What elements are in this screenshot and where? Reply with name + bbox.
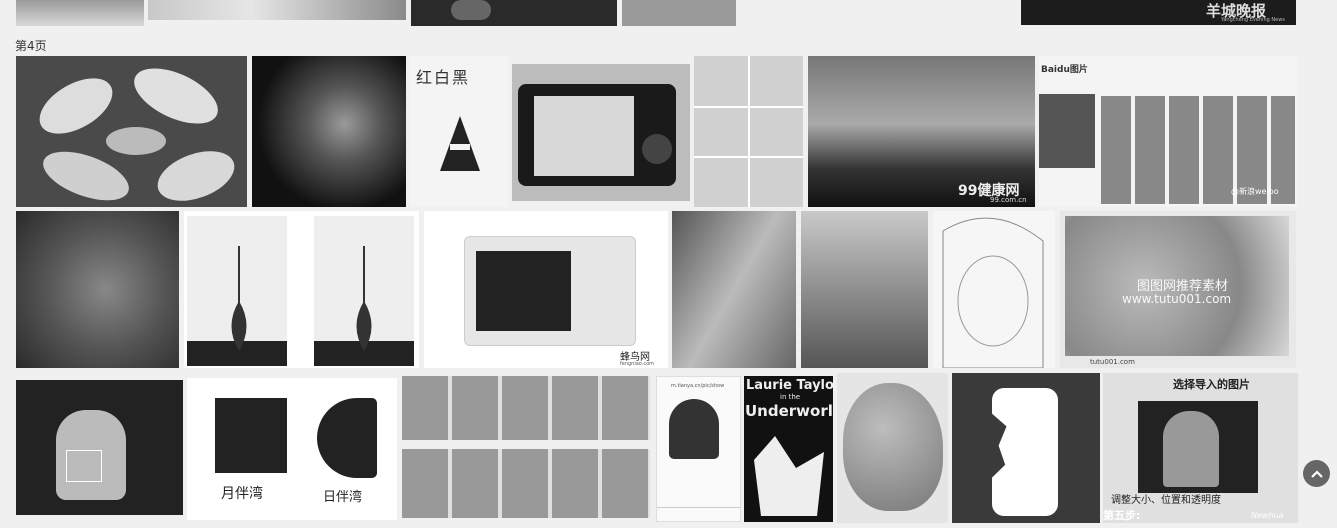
image-tile-top-newspaper[interactable]: 羊城晚报 Yangcheng Evening News — [1021, 0, 1296, 25]
brand-name-alt: 日伴湾 — [323, 490, 363, 505]
tutorial-watermark: Newhua — [1251, 511, 1284, 520]
tutorial-step-label: 第五步: — [1103, 509, 1141, 522]
weibo-watermark: @新浪weibo — [1231, 187, 1279, 196]
chevron-up-icon — [1310, 469, 1323, 478]
leaves-illustration — [39, 68, 235, 201]
tutu-footer: tutu001.com — [1090, 358, 1135, 366]
image-tile-face-grid[interactable] — [402, 376, 650, 518]
image-tile-face-before-after[interactable] — [694, 56, 803, 207]
brand-name: 月伴湾 — [221, 486, 263, 502]
image-tile-phone-case-faces[interactable] — [952, 373, 1100, 523]
image-tile-moon-crater[interactable] — [16, 211, 179, 368]
fengniao-url: fengniao.com — [620, 361, 655, 367]
tutorial-step-caption: 调整大小、位置和透明度 — [1111, 495, 1221, 506]
image-tile-top-2[interactable] — [148, 0, 406, 20]
image-tile-camera-face-detect[interactable] — [512, 64, 690, 201]
newspaper-subtitle: Yangcheng Evening News — [1221, 17, 1285, 23]
image-tile-tutorial-step5[interactable]: 选择导入的图片 调整大小、位置和透明度 第五步: Newhua — [1103, 373, 1298, 523]
image-tile-3d-head[interactable]: 图图网推荐素材 www.tutu001.com tutu001.com — [1060, 211, 1296, 368]
image-tile-book-red-white-black[interactable]: 红白黑 — [410, 56, 508, 207]
image-tile-tree-vase[interactable] — [184, 211, 419, 368]
page-label: 第4页 — [15, 39, 47, 53]
book-in-the: in the — [780, 393, 801, 401]
image-tile-camera-face-focus[interactable] — [16, 380, 183, 515]
book-author: Laurie Taylor — [746, 378, 833, 393]
image-tile-nebula[interactable] — [252, 56, 406, 207]
tutu-watermark-url: www.tutu001.com — [1122, 292, 1232, 306]
image-tile-white-camera[interactable]: 蜂鸟网 fengniao.com — [424, 211, 668, 368]
image-tile-top-4[interactable] — [622, 0, 736, 26]
browser-url: m.tianya.cn/pic/show — [671, 383, 725, 389]
image-tile-two-women[interactable] — [801, 211, 928, 368]
image-tile-top-1[interactable] — [16, 0, 144, 26]
image-tile-leaves[interactable] — [16, 56, 247, 207]
tutorial-step-title: 选择导入的图片 — [1173, 378, 1250, 391]
image-tile-baidu-faces[interactable]: Baidu图片 @新浪weibo — [1039, 56, 1297, 207]
image-tile-book-underworld[interactable]: Laurie Taylor in the Underworld — [744, 376, 833, 522]
book-title-underworld: Underworld — [745, 402, 833, 420]
image-tile-stone[interactable] — [837, 373, 948, 523]
image-tile-storm-clouds[interactable]: 99健康网 99.com.cn — [808, 56, 1035, 207]
image-tile-sketch-face[interactable] — [933, 211, 1055, 368]
baidu-logo: Baidu图片 — [1041, 65, 1088, 75]
back-to-top-button[interactable] — [1303, 460, 1330, 487]
image-tile-brand-logo[interactable]: 月伴湾 日伴湾 — [187, 378, 397, 520]
tree-vase-illustration — [187, 216, 414, 366]
image-tile-mobile-browser[interactable]: m.tianya.cn/pic/show — [656, 376, 741, 522]
health-site-url: 99.com.cn — [990, 196, 1027, 204]
image-tile-top-3[interactable] — [411, 0, 617, 26]
triangle-graphic — [440, 116, 480, 171]
image-tile-winged-face[interactable] — [672, 211, 796, 368]
sketch-face-illustration — [942, 217, 1044, 368]
